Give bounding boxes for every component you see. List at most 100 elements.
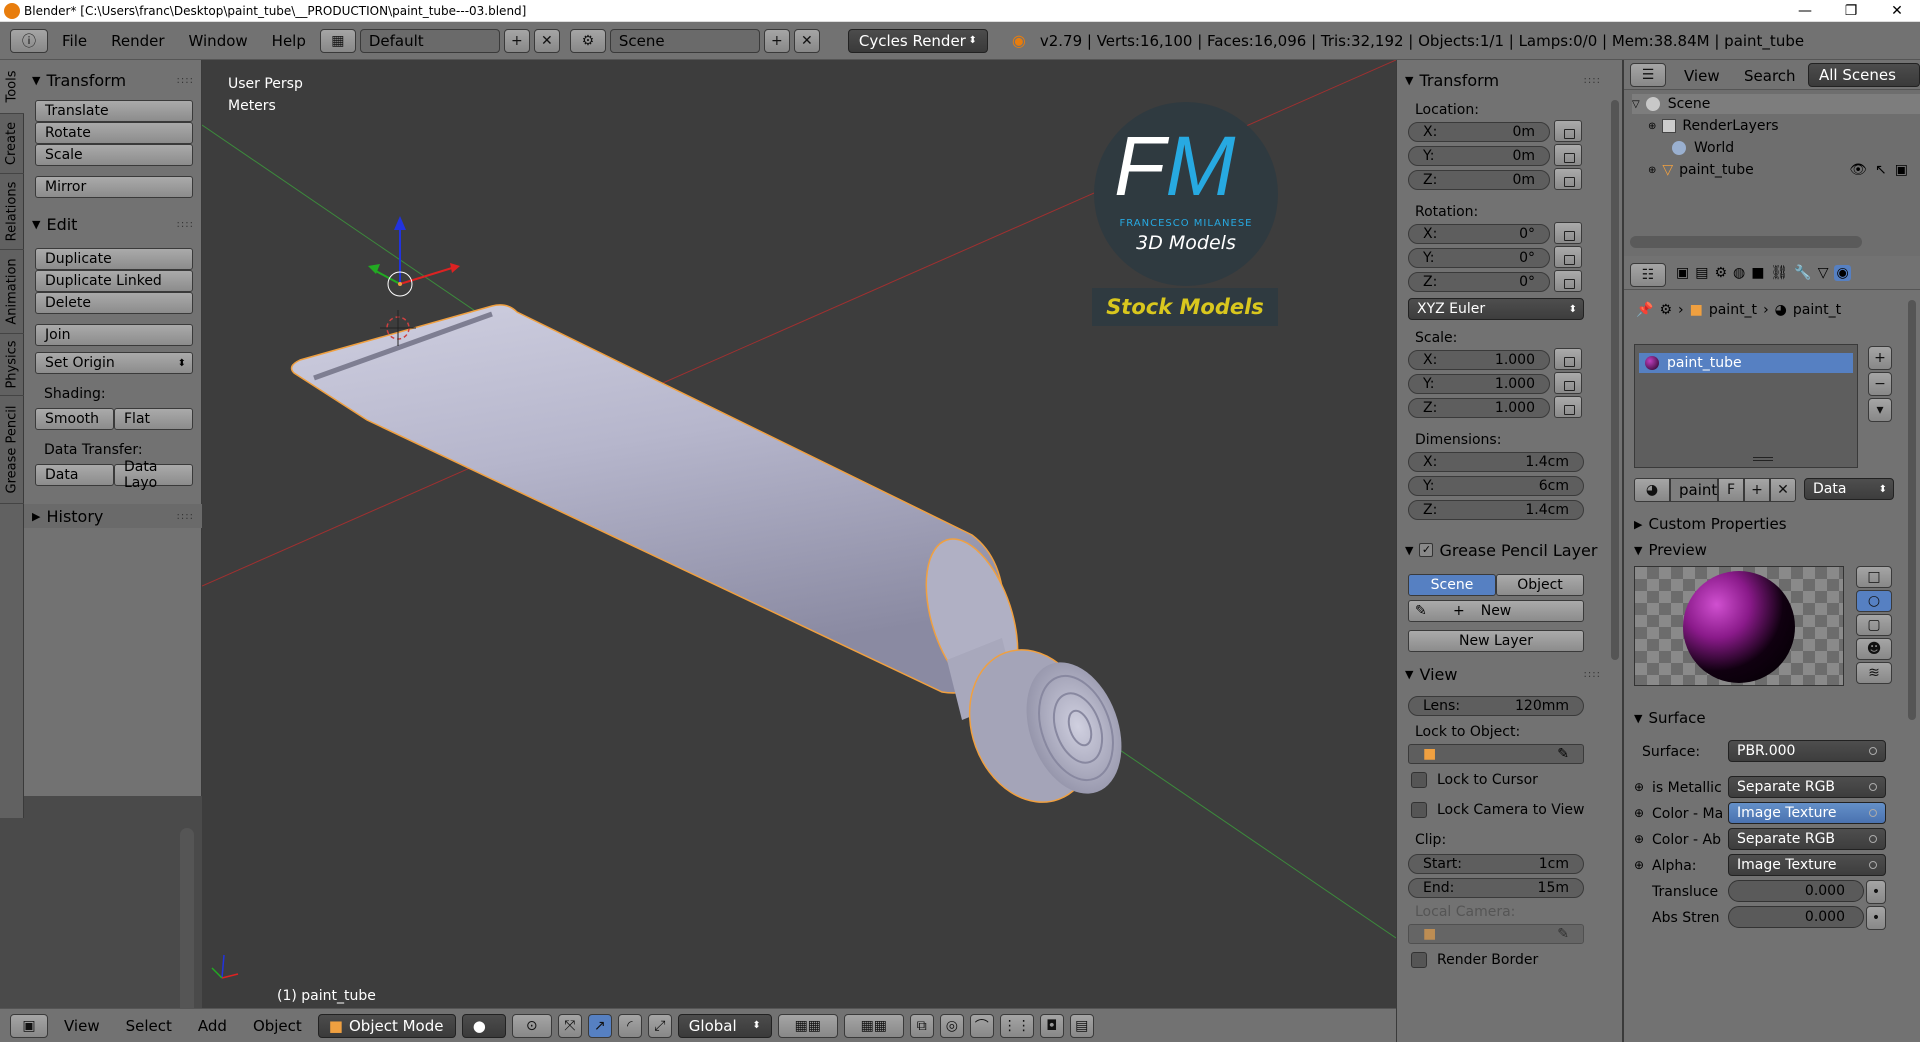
outliner-row-renderlayers[interactable]: ⊕ RenderLayers [1648, 116, 1779, 136]
gizmo-z-arrow[interactable] [394, 216, 406, 230]
tab-create[interactable]: Create [0, 114, 24, 174]
material-name-field[interactable]: paint [1670, 478, 1718, 502]
tab-relations[interactable]: Relations [0, 174, 24, 250]
scene-icon-button[interactable]: ⚙ [569, 28, 606, 53]
constraints-tab-icon[interactable]: ⛓ [1770, 265, 1788, 281]
delete-button[interactable]: Delete [35, 292, 193, 314]
transform-orientation-select[interactable]: Global ⬍ [677, 1013, 772, 1038]
n-panel-scrollbar[interactable] [1611, 100, 1619, 660]
fake-user-button[interactable]: F [1718, 478, 1744, 502]
menu-window[interactable]: Window [179, 32, 258, 50]
outliner-row-scene[interactable]: ▽ Scene [1632, 94, 1920, 114]
menu-render[interactable]: Render [101, 32, 174, 50]
color-ma-input[interactable]: Image Texture [1728, 802, 1886, 824]
menu-help[interactable]: Help [262, 32, 316, 50]
drag-grip-icon[interactable]: :::: [177, 75, 194, 86]
layout-name-field[interactable]: Default [359, 28, 500, 53]
editor-type-properties-button[interactable]: ☷ [1630, 263, 1666, 287]
lock-scale-x[interactable] [1554, 348, 1582, 370]
rotate-button[interactable]: Rotate [35, 122, 193, 144]
renderable-camera-icon[interactable]: ▣ [1895, 162, 1908, 178]
properties-scrollbar[interactable] [1908, 300, 1916, 720]
grease-new-button[interactable]: ✎ + New [1408, 600, 1584, 622]
menu-file[interactable]: File [52, 32, 97, 50]
outliner-row-world[interactable]: World [1672, 138, 1734, 158]
alpha-input[interactable]: Image Texture [1728, 854, 1886, 876]
n-transform-header[interactable]: ▼ Transform :::: [1397, 68, 1609, 92]
menu-view[interactable]: View [54, 1017, 110, 1035]
3d-viewport[interactable]: User Persp Meters (1) paint_tube FM FRAN… [202, 60, 1396, 1008]
outliner-view-menu[interactable]: View [1684, 67, 1720, 85]
selectable-arrow-icon[interactable]: ↖ [1875, 162, 1887, 178]
material-slot-row[interactable]: paint_tube [1639, 353, 1853, 373]
translate-button[interactable]: Translate [35, 100, 193, 122]
scene-name-field[interactable]: Scene [609, 28, 760, 53]
gizmo-x-arrow[interactable] [450, 263, 460, 273]
modifiers-tab-icon[interactable]: 🔧 [1794, 265, 1811, 281]
scale-x-field[interactable]: X: 1.000 [1408, 350, 1550, 370]
flat-button[interactable]: Flat [114, 408, 193, 430]
layers-grid-2[interactable]: ▦▦ [843, 1013, 904, 1038]
manipulator-toggle[interactable]: ⤧ [557, 1013, 582, 1038]
dimensions-z-field[interactable]: Z: 1.4cm [1408, 500, 1584, 520]
clip-end-field[interactable]: End: 15m [1408, 878, 1584, 898]
drag-grip-icon[interactable]: :::: [177, 511, 194, 522]
object-tab-icon[interactable]: ■ [1751, 265, 1764, 281]
preview-sphere-button[interactable]: ○ [1856, 590, 1892, 612]
snap-element-select[interactable]: ⋮⋮ [999, 1013, 1034, 1038]
outliner-display-mode-select[interactable]: All Scenes [1808, 63, 1920, 87]
history-panel-header[interactable]: ▶ History :::: [24, 504, 202, 528]
add-material-slot-button[interactable]: + [1868, 346, 1892, 370]
drag-grip-icon[interactable]: :::: [1584, 669, 1601, 680]
local-camera-field[interactable]: ■ ✎ [1408, 924, 1584, 944]
grease-pencil-layer-header[interactable]: ▼ ✓ Grease Pencil Layer [1397, 538, 1609, 562]
layers-grid-1[interactable]: ▦▦ [777, 1013, 838, 1038]
data-tab-icon[interactable]: ▽ [1818, 265, 1829, 281]
rotation-z-field[interactable]: Z: 0° [1408, 272, 1550, 292]
visibility-eye-icon[interactable]: 👁 [1849, 162, 1867, 178]
dimensions-x-field[interactable]: X: 1.4cm [1408, 452, 1584, 472]
new-layer-button[interactable]: New Layer [1408, 630, 1584, 652]
close-button[interactable]: ✕ [1874, 0, 1920, 22]
transluce-slider[interactable]: 0.000 [1728, 880, 1864, 902]
abs-strength-socket-button[interactable]: • [1866, 906, 1886, 930]
preview-hair-button[interactable]: ≋ [1856, 662, 1892, 684]
expand-plus-icon[interactable]: ⊕ [1648, 121, 1656, 132]
data-transfer-button[interactable]: Data [35, 464, 114, 486]
opengl-anim-button[interactable]: ▤ [1069, 1013, 1094, 1038]
grease-object-toggle[interactable]: Object [1496, 574, 1584, 596]
editor-type-outliner-button[interactable]: ☰ [1630, 63, 1666, 87]
drag-grip-icon[interactable]: :::: [177, 219, 194, 230]
abs-strength-slider[interactable]: 0.000 [1728, 906, 1864, 928]
material-link-select[interactable]: Data ⬍ [1804, 478, 1894, 500]
lock-object-field[interactable]: ■ ✎ [1408, 744, 1584, 764]
lock-rotation-z[interactable] [1554, 270, 1582, 292]
expand-plus-icon[interactable]: ⊕ [1648, 165, 1656, 176]
add-layout-button[interactable]: + [503, 28, 530, 53]
pin-icon[interactable]: 📌 [1636, 302, 1653, 318]
lock-scale-z[interactable] [1554, 396, 1582, 418]
outliner-h-scrollbar[interactable] [1630, 236, 1862, 248]
is-metallic-input[interactable]: Separate RGB [1728, 776, 1886, 798]
lens-field[interactable]: Lens: 120mm [1408, 696, 1584, 716]
remove-material-slot-button[interactable]: − [1868, 372, 1892, 396]
browse-material-button[interactable]: ◕ [1634, 478, 1670, 502]
list-resize-grip[interactable] [1753, 457, 1773, 461]
outliner-search-menu[interactable]: Search [1744, 67, 1796, 85]
smooth-button[interactable]: Smooth [35, 408, 114, 430]
render-tab-icon[interactable]: ▣ [1676, 265, 1689, 281]
data-layout-button[interactable]: Data Layo [114, 459, 193, 491]
snap-toggle[interactable]: ⌒ [969, 1013, 994, 1038]
expand-input-icon[interactable]: ⊕ [1634, 806, 1644, 820]
translate-manipulator-toggle[interactable]: ↗ [587, 1013, 612, 1038]
unlink-material-button[interactable]: ✕ [1770, 478, 1796, 502]
lock-location-x[interactable] [1554, 120, 1582, 142]
join-button[interactable]: Join [35, 324, 193, 346]
lock-camera-checkbox[interactable] [1411, 802, 1427, 818]
outliner-row-paint-tube[interactable]: ⊕ ▽ paint_tube 👁 ↖ ▣ [1648, 160, 1908, 180]
lock-layers-toggle[interactable]: ⧉ [909, 1013, 934, 1038]
location-z-field[interactable]: Z: 0m [1408, 170, 1550, 190]
lock-rotation-y[interactable] [1554, 246, 1582, 268]
expand-input-icon[interactable]: ⊕ [1634, 858, 1644, 872]
drag-grip-icon[interactable]: :::: [1584, 75, 1601, 86]
